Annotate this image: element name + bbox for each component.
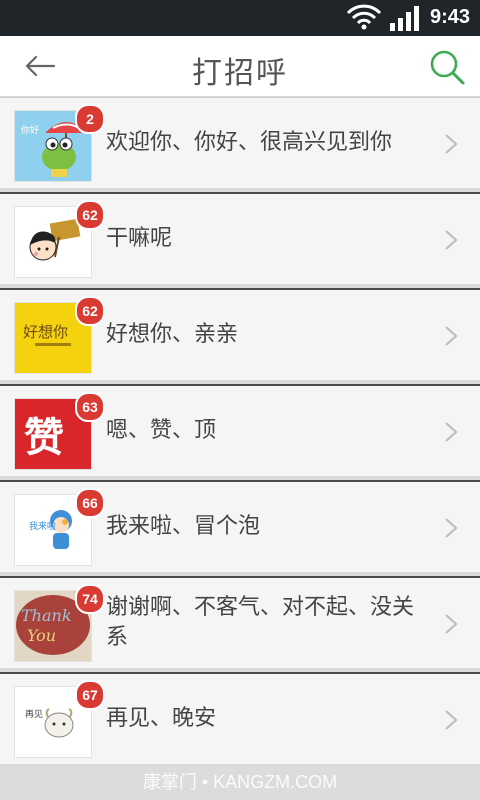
svg-text:Thank: Thank	[21, 606, 72, 625]
count-badge: 2	[75, 104, 105, 134]
chevron-right-icon	[445, 326, 458, 346]
watermark: 康掌门 • KANGZM.COM	[142, 772, 338, 792]
svg-text:你好: 你好	[21, 124, 39, 136]
page-title: 打招呼	[192, 56, 288, 91]
search-icon[interactable]	[428, 48, 466, 86]
clock: 9:43	[429, 6, 470, 28]
chevron-right-icon	[445, 710, 458, 730]
list-item[interactable]: 赞 63 嗯、赞、顶	[0, 384, 480, 480]
list-item-label: 干嘛呢	[106, 226, 173, 251]
list-item-label: 再见、晚安	[106, 706, 217, 731]
svg-text:好想你: 好想你	[23, 323, 68, 341]
count-badge: 63	[75, 392, 105, 422]
list-item-label: 欢迎你、你好、很高兴见到你	[106, 130, 393, 155]
title-bar: 打招呼	[0, 36, 480, 97]
list-item-label: 我来啦、冒个泡	[106, 514, 261, 539]
chevron-right-icon	[445, 230, 458, 250]
svg-text:再见: 再见	[25, 709, 43, 720]
list-item[interactable]: 62 干嘛呢	[0, 192, 480, 288]
signal-icon	[390, 6, 419, 31]
list-item-label: 嗯、赞、顶	[106, 418, 217, 443]
list-item[interactable]: 好想你 62 好想你、亲亲	[0, 288, 480, 384]
list-item-label: 好想你、亲亲	[106, 322, 239, 347]
list-item-label: 谢谢啊、不客气、对不起、没关系	[106, 595, 415, 650]
svg-text:我来啦: 我来啦	[29, 520, 56, 532]
list-item[interactable]: 你好 2 欢迎你、你好、很高兴见到你	[0, 97, 480, 192]
count-badge: 62	[75, 200, 105, 230]
svg-text:赞: 赞	[24, 415, 64, 461]
list-item[interactable]: 再见 67 再见、晚安	[0, 672, 480, 768]
chevron-right-icon	[445, 134, 458, 154]
count-badge: 74	[75, 584, 105, 614]
chevron-right-icon	[445, 518, 458, 538]
chevron-right-icon	[445, 422, 458, 442]
list-item[interactable]: 我来啦 66 我来啦、冒个泡	[0, 480, 480, 576]
wifi-icon	[346, 4, 382, 30]
greeting-category-list: 你好 2 欢迎你、你好、很高兴见到你 62 干嘛呢 好想你 62 好想你、亲亲 …	[0, 97, 480, 768]
status-bar: 9:43	[0, 0, 480, 36]
count-badge: 62	[75, 296, 105, 326]
count-badge: 67	[75, 680, 105, 710]
count-badge: 66	[75, 488, 105, 518]
list-item[interactable]: Thank You 74 谢谢啊、不客气、对不起、没关系	[0, 576, 480, 672]
svg-text:You: You	[27, 626, 56, 645]
chevron-right-icon	[445, 614, 458, 634]
